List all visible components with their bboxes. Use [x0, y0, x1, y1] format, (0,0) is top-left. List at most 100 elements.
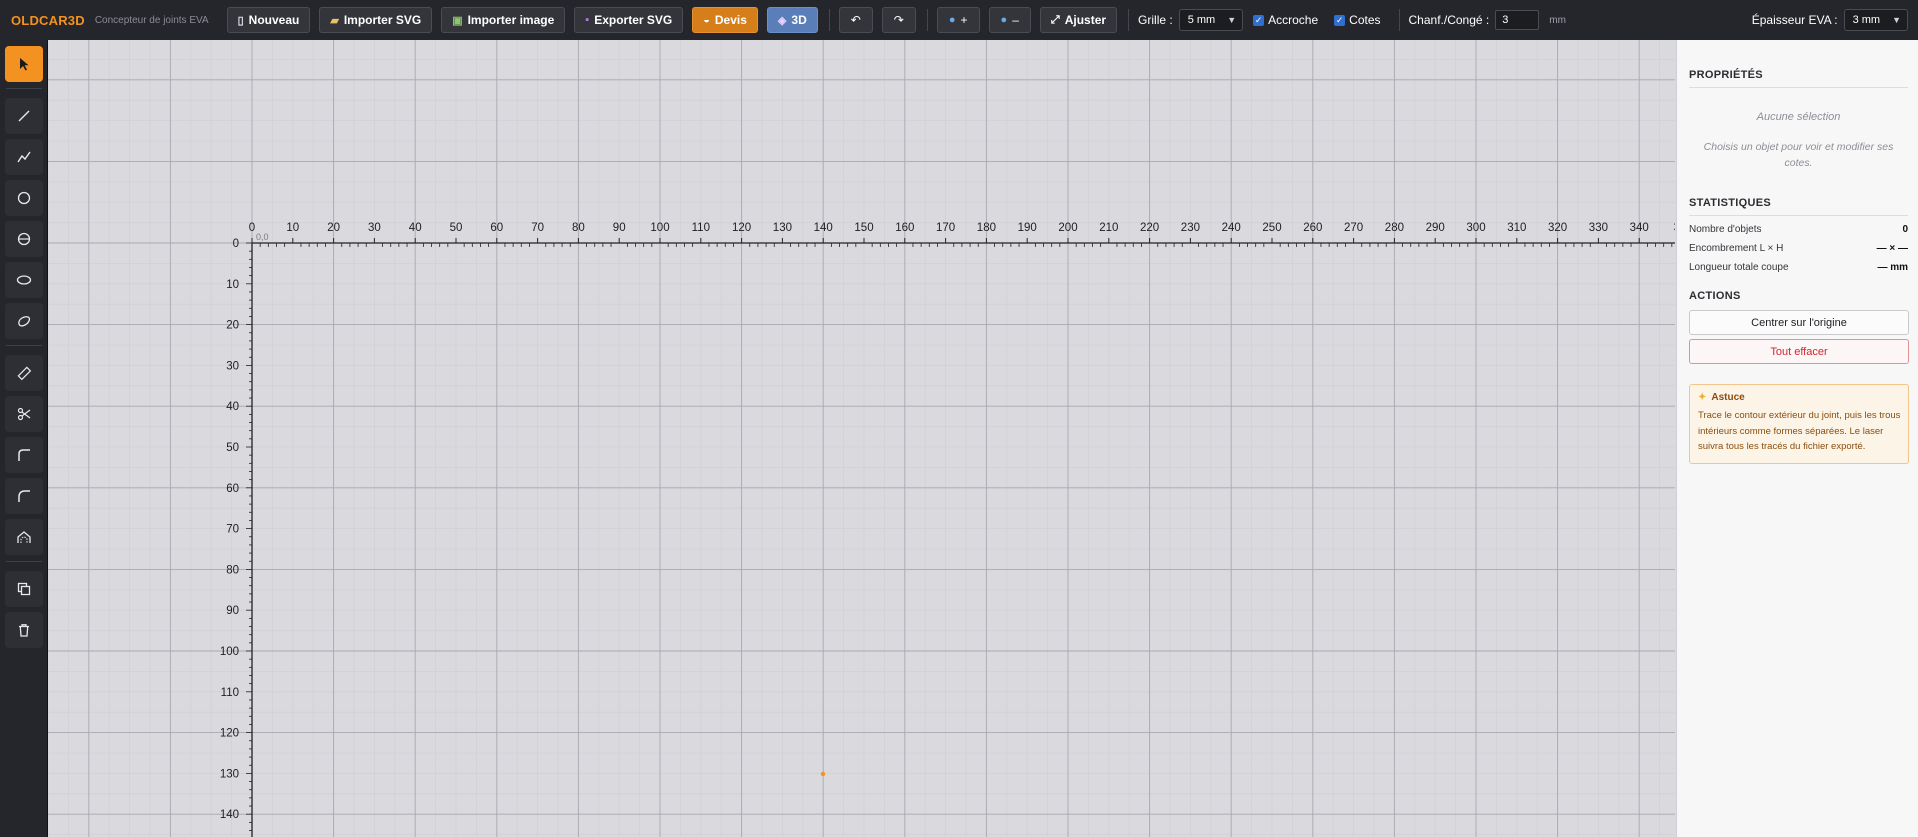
undo-button[interactable]: ↶ [838, 7, 873, 33]
cut-tool[interactable] [5, 396, 43, 432]
image-icon: ▣ [452, 14, 463, 27]
origin-label: 0,0 [256, 232, 269, 242]
y-axis-label: 30 [226, 360, 239, 372]
chevron-down-icon: ▼ [1892, 15, 1901, 25]
y-axis-label: 120 [220, 728, 239, 740]
x-axis-label: 130 [773, 222, 792, 234]
center-origin-button[interactable]: Centrer sur l'origine [1689, 310, 1909, 335]
x-axis-label: 0 [249, 222, 255, 234]
stat-bounding-box: Encombrement L × H — × — [1689, 243, 1908, 254]
new-button[interactable]: ▯ Nouveau [226, 7, 311, 33]
x-axis-label: 40 [409, 222, 422, 234]
quote-button[interactable]: ◒ Devis [692, 7, 758, 33]
x-axis-label: 20 [327, 222, 340, 234]
drawing-canvas[interactable]: 0 10 20 30 40 50 60 70 80 90 100 110 120 130 140 150 160… [48, 40, 1675, 837]
stat-cut-length: Longueur totale coupe — mm [1689, 262, 1908, 273]
undo-icon: ↶ [850, 13, 861, 27]
magnifier-icon: ● [948, 14, 956, 26]
cursor-point [820, 771, 826, 777]
circle-tool[interactable] [5, 180, 43, 216]
x-axis-label: 210 [1099, 222, 1118, 234]
x-axis-label: 80 [572, 222, 585, 234]
clear-all-button[interactable]: Tout effacer [1689, 339, 1909, 364]
freeform-tool[interactable] [5, 303, 43, 339]
zoom-in-button[interactable]: ● + [936, 7, 980, 33]
y-axis-label: 20 [226, 320, 239, 332]
import-svg-button[interactable]: ▰ Importer SVG [319, 7, 433, 33]
toolbar-divider [828, 9, 830, 31]
y-axis-label: 140 [220, 809, 239, 821]
stat-object-count: Nombre d'objets 0 [1689, 224, 1908, 235]
y-axis-label: 40 [226, 401, 239, 413]
y-axis-label: 70 [226, 524, 239, 536]
3d-view-button[interactable]: ◈ 3D [766, 7, 818, 33]
ellipse-tool[interactable] [5, 262, 43, 298]
y-axis-label: 100 [220, 646, 239, 658]
ellipse-icon [16, 275, 32, 285]
grid-select[interactable]: 5 mm ▼ [1178, 9, 1244, 31]
chevron-down-icon: ▼ [1227, 15, 1237, 25]
grid-label: Grille : [1138, 13, 1173, 27]
circle-icon [17, 191, 31, 205]
chamfer-tool[interactable] [5, 437, 43, 473]
freeform-icon [18, 316, 31, 327]
fit-button[interactable]: ⤢ Ajuster [1039, 7, 1118, 33]
measure-tool[interactable] [5, 355, 43, 391]
y-axis-label: 80 [226, 564, 239, 576]
y-axis-label: 10 [226, 279, 239, 291]
duplicate-tool[interactable] [5, 571, 43, 607]
x-axis-label: 150 [854, 222, 873, 234]
tip-box: ✦ Astuce Trace le contour extérieur du jo… [1689, 384, 1909, 464]
toolbar-divider [926, 9, 928, 31]
selection-hint: Choisis un objet pour voir et modifier s… [1703, 141, 1894, 169]
export-svg-button[interactable]: ▪ Exporter SVG [574, 7, 684, 33]
x-axis-label: 310 [1507, 222, 1526, 234]
x-axis-label: 220 [1140, 222, 1159, 234]
document-icon: ▯ [237, 14, 244, 27]
x-axis-label: 10 [286, 222, 299, 234]
y-axis-label: 60 [226, 483, 239, 495]
x-axis-label: 90 [613, 222, 626, 234]
fillet-tool[interactable] [5, 478, 43, 514]
chamfer-input[interactable]: 3 [1495, 10, 1540, 30]
arch-tool[interactable] [5, 519, 43, 555]
redo-button[interactable]: ↷ [881, 7, 916, 33]
x-axis-label: 60 [490, 222, 503, 234]
x-axis-label: 270 [1344, 222, 1363, 234]
x-axis-label: 280 [1385, 222, 1404, 234]
eva-thickness-select[interactable]: 3 mm ▼ [1843, 9, 1908, 31]
line-tool[interactable] [5, 98, 43, 134]
no-selection-text: Aucune sélection [1756, 111, 1841, 123]
eva-thickness-group: Épaisseur EVA : 3 mm ▼ [1752, 0, 1908, 40]
cube-icon: ◈ [777, 14, 787, 27]
fillet-icon [18, 490, 30, 502]
polyline-icon [17, 151, 31, 163]
chamfer-unit: mm [1549, 14, 1566, 26]
top-toolbar: OLDCAR3D Concepteur de joints EVA ▯ Nouve… [0, 0, 1918, 40]
x-axis-label: 340 [1630, 222, 1649, 234]
import-image-button[interactable]: ▣ Importer image [441, 7, 566, 33]
delete-tool[interactable] [5, 612, 43, 648]
y-axis-label: 0 [233, 238, 239, 250]
zoom-out-button[interactable]: ● – [988, 7, 1031, 33]
redo-icon: ↷ [893, 13, 904, 27]
polyline-tool[interactable] [5, 139, 43, 175]
x-axis-label: 70 [531, 222, 544, 234]
select-tool[interactable] [5, 46, 43, 82]
circle-diameter-icon [17, 232, 31, 246]
arch-icon [17, 531, 31, 543]
trash-icon [19, 624, 29, 637]
dimensions-checkbox[interactable]: ✓ Cotes [1334, 13, 1386, 27]
x-axis-label: 170 [936, 222, 955, 234]
x-axis-label: 180 [977, 222, 996, 234]
toolbar-divider [1128, 9, 1130, 31]
app-subtitle: Concepteur de joints EVA [94, 14, 209, 26]
tool-sidebar [0, 40, 48, 837]
cursor-icon [20, 58, 29, 71]
snap-checkbox[interactable]: ✓ Accroche [1253, 13, 1324, 27]
x-axis-label: 200 [1058, 222, 1077, 234]
brand-logo: OLDCAR3D [11, 12, 85, 28]
chamfer-icon [18, 449, 30, 461]
x-axis-label: 100 [650, 222, 669, 234]
circle-diameter-tool[interactable] [5, 221, 43, 257]
